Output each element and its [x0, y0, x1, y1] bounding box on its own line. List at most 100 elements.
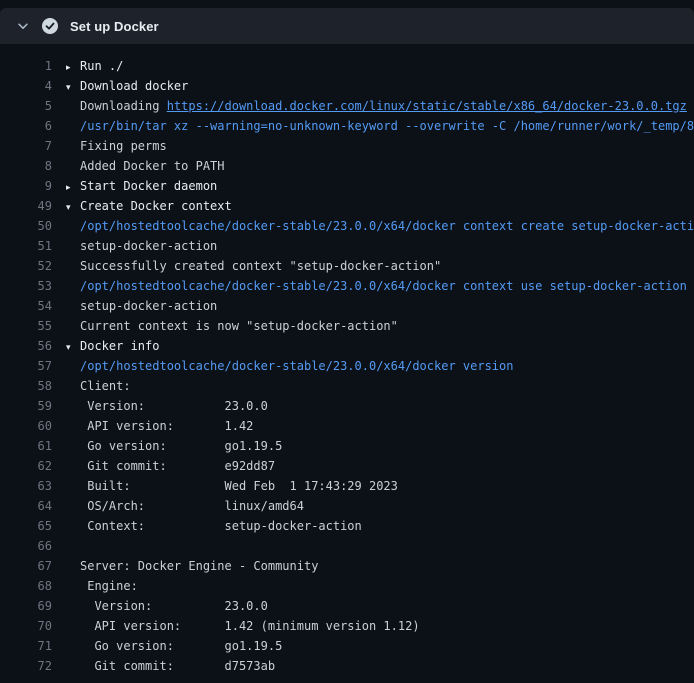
line-number[interactable]: 50 — [0, 216, 52, 236]
log-text: Built: Wed Feb 1 17:43:29 2023 — [80, 479, 398, 493]
log-text: OS/Arch: linux/amd64 — [80, 499, 304, 513]
check-circle-icon — [42, 18, 58, 34]
log-text: Docker info — [80, 339, 159, 353]
line-number[interactable]: 5 — [0, 96, 52, 116]
line-number[interactable]: 51 — [0, 236, 52, 256]
collapse-group-icon[interactable]: ▾ — [66, 338, 80, 356]
line-number[interactable]: 55 — [0, 316, 52, 336]
line-number[interactable]: 62 — [0, 456, 52, 476]
log-line: 62 Git commit: e92dd87 — [0, 456, 694, 476]
log-text: Go version: go1.19.5 — [80, 639, 282, 653]
line-content: Go version: go1.19.5 — [66, 436, 694, 456]
log-text: Current context is now "setup-docker-act… — [80, 319, 398, 333]
log-line: 7 Fixing perms — [0, 136, 694, 156]
log-line: 56 ▾Docker info — [0, 336, 694, 356]
log-line: 52 Successfully created context "setup-d… — [0, 256, 694, 276]
line-number[interactable]: 49 — [0, 196, 52, 216]
log-text: API version: 1.42 — [80, 419, 253, 433]
line-number[interactable]: 52 — [0, 256, 52, 276]
command-text: /opt/hostedtoolcache/docker-stable/23.0.… — [80, 219, 694, 233]
log-line: 50 /opt/hostedtoolcache/docker-stable/23… — [0, 216, 694, 236]
collapse-group-icon[interactable]: ▾ — [66, 78, 80, 96]
line-content: API version: 1.42 — [66, 416, 694, 436]
line-number[interactable]: 1 — [0, 56, 52, 76]
line-number[interactable]: 72 — [0, 656, 52, 676]
log-line: 67 Server: Docker Engine - Community — [0, 556, 694, 576]
line-content: Fixing perms — [66, 136, 694, 156]
line-number[interactable]: 8 — [0, 156, 52, 176]
log-line: 58 Client: — [0, 376, 694, 396]
line-content: Current context is now "setup-docker-act… — [66, 316, 694, 336]
collapse-group-icon[interactable]: ▾ — [66, 198, 80, 216]
log-line: 72 Git commit: d7573ab — [0, 656, 694, 676]
log-link[interactable]: https://download.docker.com/linux/static… — [167, 99, 687, 113]
line-number[interactable]: 69 — [0, 596, 52, 616]
line-number[interactable]: 54 — [0, 296, 52, 316]
line-content — [66, 536, 694, 556]
line-content: ▸Start Docker daemon — [66, 176, 694, 196]
line-content: /opt/hostedtoolcache/docker-stable/23.0.… — [66, 276, 694, 296]
line-number[interactable]: 59 — [0, 396, 52, 416]
log-line: 71 Go version: go1.19.5 — [0, 636, 694, 656]
line-content: Git commit: d7573ab — [66, 656, 694, 676]
log-text: Server: Docker Engine - Community — [80, 559, 318, 573]
line-number[interactable]: 65 — [0, 516, 52, 536]
line-content: /opt/hostedtoolcache/docker-stable/23.0.… — [66, 356, 694, 376]
log-line: 9 ▸Start Docker daemon — [0, 176, 694, 196]
line-content: Downloading https://download.docker.com/… — [66, 96, 694, 116]
log-text: Context: setup-docker-action — [80, 519, 362, 533]
line-number[interactable]: 57 — [0, 356, 52, 376]
line-content: Git commit: e92dd87 — [66, 456, 694, 476]
line-number[interactable]: 64 — [0, 496, 52, 516]
log-text: Git commit: e92dd87 — [80, 459, 275, 473]
line-number[interactable]: 70 — [0, 616, 52, 636]
log-text: Fixing perms — [80, 139, 167, 153]
step-header[interactable]: Set up Docker — [0, 8, 694, 44]
expand-group-icon[interactable]: ▸ — [66, 178, 80, 196]
chevron-down-icon[interactable] — [16, 19, 30, 33]
line-number[interactable]: 60 — [0, 416, 52, 436]
line-content: Version: 23.0.0 — [66, 596, 694, 616]
command-text: /usr/bin/tar xz --warning=no-unknown-key… — [80, 119, 694, 133]
line-number[interactable]: 53 — [0, 276, 52, 296]
log-line: 70 API version: 1.42 (minimum version 1.… — [0, 616, 694, 636]
line-number[interactable]: 9 — [0, 176, 52, 196]
line-content: Go version: go1.19.5 — [66, 636, 694, 656]
line-number[interactable]: 63 — [0, 476, 52, 496]
log-line: 69 Version: 23.0.0 — [0, 596, 694, 616]
line-number[interactable]: 7 — [0, 136, 52, 156]
line-content: setup-docker-action — [66, 236, 694, 256]
line-content: API version: 1.42 (minimum version 1.12) — [66, 616, 694, 636]
line-number[interactable]: 4 — [0, 76, 52, 96]
line-number[interactable]: 68 — [0, 576, 52, 596]
line-content: Context: setup-docker-action — [66, 516, 694, 536]
line-number[interactable]: 66 — [0, 536, 52, 556]
line-number[interactable]: 67 — [0, 556, 52, 576]
log-line: 51 setup-docker-action — [0, 236, 694, 256]
log-line: 65 Context: setup-docker-action — [0, 516, 694, 536]
expand-group-icon[interactable]: ▸ — [66, 58, 80, 76]
log-line: 66 — [0, 536, 694, 556]
log-text: Git commit: d7573ab — [80, 659, 275, 673]
log-line: 53 /opt/hostedtoolcache/docker-stable/23… — [0, 276, 694, 296]
log-text: Start Docker daemon — [80, 179, 217, 193]
log-text: Successfully created context "setup-dock… — [80, 259, 441, 273]
log-text: Create Docker context — [80, 199, 232, 213]
line-number[interactable]: 61 — [0, 436, 52, 456]
line-number[interactable]: 71 — [0, 636, 52, 656]
log-text: Version: 23.0.0 — [80, 399, 268, 413]
line-number[interactable]: 58 — [0, 376, 52, 396]
line-content: /opt/hostedtoolcache/docker-stable/23.0.… — [66, 216, 694, 236]
log-text: setup-docker-action — [80, 299, 217, 313]
line-number[interactable]: 56 — [0, 336, 52, 356]
log-text: Client: — [80, 379, 131, 393]
line-content: OS/Arch: linux/amd64 — [66, 496, 694, 516]
log-text: setup-docker-action — [80, 239, 217, 253]
line-content: ▸Run ./ — [66, 56, 694, 76]
log-line: 49 ▾Create Docker context — [0, 196, 694, 216]
log-line: 6 /usr/bin/tar xz --warning=no-unknown-k… — [0, 116, 694, 136]
line-number[interactable]: 6 — [0, 116, 52, 136]
log-line: 4 ▾Download docker — [0, 76, 694, 96]
log-line: 57 /opt/hostedtoolcache/docker-stable/23… — [0, 356, 694, 376]
log-text: Downloading — [80, 99, 167, 113]
